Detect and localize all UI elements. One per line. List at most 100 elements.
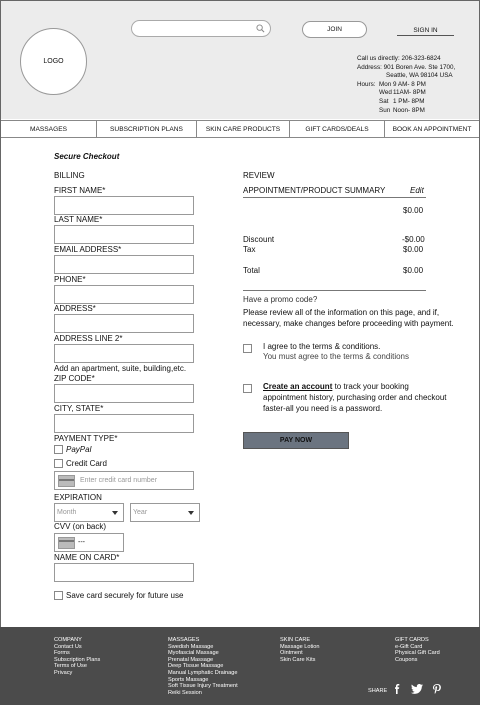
city-state-field[interactable]: [54, 414, 194, 433]
footer-link[interactable]: Ointment: [280, 650, 320, 657]
cvv-card-icon: [58, 537, 75, 549]
contact-phone: Call us directly: 206-323-6824: [357, 55, 441, 62]
nav-item-gift-cards[interactable]: GIFT CARDS/DEALS: [290, 121, 385, 137]
chevron-down-icon: [112, 511, 118, 515]
review-notice-2: necessary, make changes before proceedin…: [243, 319, 454, 328]
credit-card-placeholder: Enter credit card number: [80, 477, 158, 484]
hours-day: Sun: [379, 106, 391, 114]
chevron-down-icon: [188, 511, 194, 515]
footer-giftcards-heading: GIFT CARDS: [395, 637, 429, 643]
address-line-2-field[interactable]: [54, 344, 194, 363]
total-label: Total: [243, 266, 260, 275]
footer-skincare: SKIN CARE Massage Lotion Ointment Skin C…: [280, 637, 320, 663]
hours-day: Wed: [379, 89, 392, 97]
credit-card-number-field[interactable]: Enter credit card number: [54, 471, 194, 490]
phone-label: PHONE*: [54, 275, 86, 284]
footer-link[interactable]: Soft Tissue Injury Treatment: [168, 683, 238, 690]
terms-hint: You must agree to the terms & conditions: [263, 352, 410, 361]
promo-code-link[interactable]: Have a promo code?: [243, 295, 317, 304]
main-nav: MASSAGES SUBSCRIPTION PLANS SKIN CARE PR…: [1, 120, 479, 138]
pinterest-icon[interactable]: [432, 684, 442, 694]
edit-link[interactable]: Edit: [410, 186, 424, 195]
paypal-label: PayPal: [66, 445, 92, 454]
email-label: EMAIL ADDRESS*: [54, 245, 122, 254]
terms-label: I agree to the terms & conditions.: [263, 342, 381, 351]
total-value: $0.00: [403, 266, 424, 275]
logo-text: LOGO: [43, 58, 64, 65]
footer-link[interactable]: Coupons: [395, 657, 440, 664]
credit-card-icon: [58, 475, 75, 487]
footer-link[interactable]: e-Gift Card: [395, 644, 440, 651]
footer-link[interactable]: Terms of Use: [54, 663, 100, 670]
credit-card-label: Credit Card: [66, 459, 107, 468]
footer-link[interactable]: Contact Us: [54, 644, 100, 651]
credit-card-checkbox[interactable]: [54, 459, 63, 468]
footer-link[interactable]: Manual Lymphatic Drainage: [168, 670, 238, 677]
name-on-card-label: NAME ON CARD*: [54, 553, 120, 562]
nav-item-massages[interactable]: MASSAGES: [1, 121, 97, 137]
nav-item-book-appointment[interactable]: BOOK AN APPOINTMENT: [385, 121, 479, 137]
create-account-line-3: faster-all you need is a password.: [263, 404, 383, 413]
billing-heading: BILLING: [54, 171, 85, 180]
year-placeholder: Year: [133, 509, 148, 516]
footer-link[interactable]: Forms: [54, 650, 100, 657]
phone-field[interactable]: [54, 285, 194, 304]
nav-item-skin-care-products[interactable]: SKIN CARE PRODUCTS: [197, 121, 290, 137]
cvv-label: CVV (on back): [54, 522, 107, 531]
payment-type-label: PAYMENT TYPE*: [54, 434, 118, 443]
cvv-field[interactable]: ---: [54, 533, 124, 552]
save-card-checkbox[interactable]: [54, 591, 63, 600]
month-select[interactable]: Month: [54, 503, 124, 522]
discount-value: -$0.00: [402, 235, 425, 244]
cvv-mask: ---: [78, 539, 85, 546]
twitter-icon[interactable]: [411, 684, 423, 694]
pay-now-button[interactable]: PAY NOW: [243, 432, 349, 449]
address-field[interactable]: [54, 314, 194, 333]
address-line-2-hint: Add an apartment, suite, building,etc.: [54, 364, 187, 373]
search-input[interactable]: [131, 20, 271, 37]
hours-time: 1 PM- 8PM: [393, 97, 425, 105]
nav-item-subscription-plans[interactable]: SUBSCRIPTION PLANS: [97, 121, 197, 137]
discount-label: Discount: [243, 235, 275, 244]
footer-link[interactable]: Swedish Massage: [168, 644, 238, 651]
hours-time: 9 AM- 8 PM: [393, 80, 426, 88]
footer-link[interactable]: Reiki Session: [168, 690, 238, 697]
contact-address-2: Seattle, WA 98104 USA: [386, 72, 453, 80]
footer-link[interactable]: Massage Lotion: [280, 644, 320, 651]
logo[interactable]: LOGO: [20, 28, 87, 95]
footer-link[interactable]: Sports Massage: [168, 677, 238, 684]
hours-time: Noon- 8PM: [393, 106, 425, 114]
create-account-line-1: Create an account to track your booking: [263, 382, 409, 391]
address-line-2-label: ADDRESS LINE 2*: [54, 334, 123, 343]
join-button[interactable]: JOIN: [302, 21, 367, 38]
expiration-label: EXPIRATION: [54, 493, 102, 502]
review-notice-1: Please review all of the information on …: [243, 308, 440, 317]
zip-field[interactable]: [54, 384, 194, 403]
email-field[interactable]: [54, 255, 194, 274]
address-label: ADDRESS*: [54, 304, 96, 313]
footer-link[interactable]: Physical Gift Card: [395, 650, 440, 657]
footer-company: COMPANY Contact Us Forms Subscription Pl…: [54, 637, 100, 677]
footer-link[interactable]: Prenatal Massage: [168, 657, 238, 664]
terms-checkbox[interactable]: [243, 344, 252, 353]
signin-link[interactable]: SIGN IN: [397, 27, 454, 36]
name-on-card-field[interactable]: [54, 563, 194, 582]
footer-link[interactable]: Deep Tissue Massage: [168, 663, 238, 670]
footer-link[interactable]: Myofascial Massage: [168, 650, 238, 657]
review-heading: REVIEW: [243, 171, 275, 180]
year-select[interactable]: Year: [130, 503, 200, 522]
tax-label: Tax: [243, 245, 256, 254]
first-name-field[interactable]: [54, 196, 194, 215]
footer-link[interactable]: Skin Care Kits: [280, 657, 320, 664]
footer-giftcards: GIFT CARDS e-Gift Card Physical Gift Car…: [395, 637, 440, 663]
last-name-field[interactable]: [54, 225, 194, 244]
hours-row: Hours: Mon 9 AM- 8 PM: [357, 81, 455, 90]
paypal-checkbox[interactable]: [54, 445, 63, 454]
footer-link[interactable]: Subscription Plans: [54, 657, 100, 664]
hours-day: Mon: [379, 80, 392, 88]
create-account-link[interactable]: Create an account: [263, 382, 332, 391]
facebook-icon[interactable]: [392, 684, 402, 694]
create-account-checkbox[interactable]: [243, 384, 252, 393]
search-icon[interactable]: [256, 24, 265, 33]
footer-link[interactable]: Privacy: [54, 670, 100, 677]
